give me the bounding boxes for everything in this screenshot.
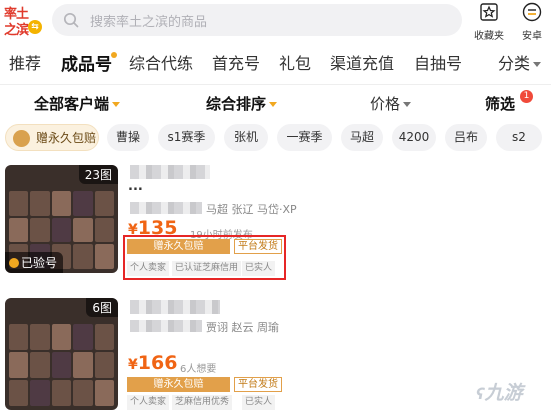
chip-item[interactable]: s2 <box>496 124 542 151</box>
image-count-badge: 23图 <box>78 165 118 184</box>
chip-item[interactable]: 曹操 <box>107 124 149 151</box>
divider <box>0 84 551 85</box>
tab-channel-recharge[interactable]: 渠道充值 <box>330 50 394 74</box>
listing-card[interactable]: 6图 贾诩 赵云 周瑜 ¥166 6人想要 赠永久包赔 平台发货 个人卖家 芝麻… <box>0 298 551 416</box>
chip-insurance[interactable]: 赠永久包赔 <box>5 124 99 151</box>
client-filter[interactable]: 全部客户端 <box>34 93 121 114</box>
redacted-heroes <box>130 202 202 214</box>
hero-list: 贾诩 赵云 周瑜 <box>206 321 279 334</box>
chevron-down-icon <box>403 102 412 107</box>
listing-thumbnail[interactable]: 6图 <box>5 298 118 410</box>
redacted-title <box>130 165 210 179</box>
tab-self-draw[interactable]: 自抽号 <box>414 50 462 74</box>
search-icon <box>63 12 79 28</box>
hero-list: 马超 张辽 马岱·XP <box>206 203 297 216</box>
search-placeholder: 搜索率土之滨的商品 <box>90 15 208 30</box>
chip-item[interactable]: 4200 <box>392 124 436 151</box>
want-count: 6人想要 <box>180 364 217 375</box>
chevron-down-icon <box>112 102 121 107</box>
seller-tag: 个人卖家 <box>127 395 170 410</box>
platform-delivery-tag: 平台发货 <box>234 377 282 392</box>
category-tabs: 推荐 成品号 综合代练 首充号 礼包 渠道充值 自抽号 分类 <box>0 48 551 76</box>
chip-item[interactable]: s1赛季 <box>158 124 215 151</box>
tab-gift-pack[interactable]: 礼包 <box>279 50 311 74</box>
highlight-box <box>123 235 286 280</box>
verified-badge: 已验号 <box>5 252 64 273</box>
favorites-button[interactable]: 收藏夹 <box>471 2 507 42</box>
chevron-down-icon <box>533 62 542 67</box>
price-filter[interactable]: 价格 <box>370 93 412 114</box>
filter-bar: 全部客户端 综合排序 价格 筛选 <box>0 90 551 116</box>
chip-item[interactable]: 张机 <box>224 124 268 151</box>
favorites-label: 收藏夹 <box>474 31 504 42</box>
chip-item[interactable]: 吕布 <box>445 124 487 151</box>
android-button[interactable]: 安卓 <box>514 2 550 42</box>
filter-button[interactable]: 筛选 <box>485 93 515 114</box>
verified-icon <box>9 258 19 268</box>
price: ¥166 <box>128 352 178 374</box>
android-label: 安卓 <box>522 31 542 42</box>
chevron-down-icon <box>269 102 278 107</box>
tab-boosting[interactable]: 综合代练 <box>129 50 193 74</box>
star-icon <box>480 3 498 21</box>
seller-tag: 芝麻信用优秀 <box>172 395 233 410</box>
seller-tag: 已实人 <box>242 395 276 410</box>
tab-first-recharge[interactable]: 首充号 <box>212 50 260 74</box>
redacted-heroes <box>130 320 202 332</box>
image-count-badge: 6图 <box>86 298 118 317</box>
redacted-title <box>130 300 220 314</box>
tab-recommend[interactable]: 推荐 <box>9 50 41 74</box>
watermark-logo: ʕ九游 <box>476 382 523 404</box>
chip-item[interactable]: 一赛季 <box>277 124 332 151</box>
game-logo[interactable]: 率土 之滨 ⇆ <box>4 3 42 38</box>
logo-line2: 之滨 <box>4 23 29 38</box>
sort-filter[interactable]: 综合排序 <box>206 93 278 114</box>
shield-icon <box>13 130 30 147</box>
new-dot-icon <box>111 52 117 58</box>
tab-categories[interactable]: 分类 <box>498 50 542 74</box>
android-icon <box>522 2 542 22</box>
filter-count-badge: 1 <box>520 90 533 103</box>
top-bar: 率土 之滨 ⇆ 搜索率土之滨的商品 收藏夹 安卓 <box>0 0 551 42</box>
search-bar[interactable]: 搜索率土之滨的商品 <box>52 4 462 36</box>
tag-chips: 赠永久包赔 曹操 s1赛季 张机 一赛季 马超 4200 吕布 s2 <box>0 124 551 152</box>
hero-grid <box>9 324 114 406</box>
insurance-tag: 赠永久包赔 <box>127 377 230 392</box>
coin-icon: ⇆ <box>28 20 42 34</box>
title-ellipsis: ... <box>128 179 143 194</box>
tab-finished-accounts[interactable]: 成品号 <box>61 50 117 75</box>
chip-item[interactable]: 马超 <box>341 124 383 151</box>
listing-thumbnail[interactable]: 23图 已验号 <box>5 165 118 273</box>
